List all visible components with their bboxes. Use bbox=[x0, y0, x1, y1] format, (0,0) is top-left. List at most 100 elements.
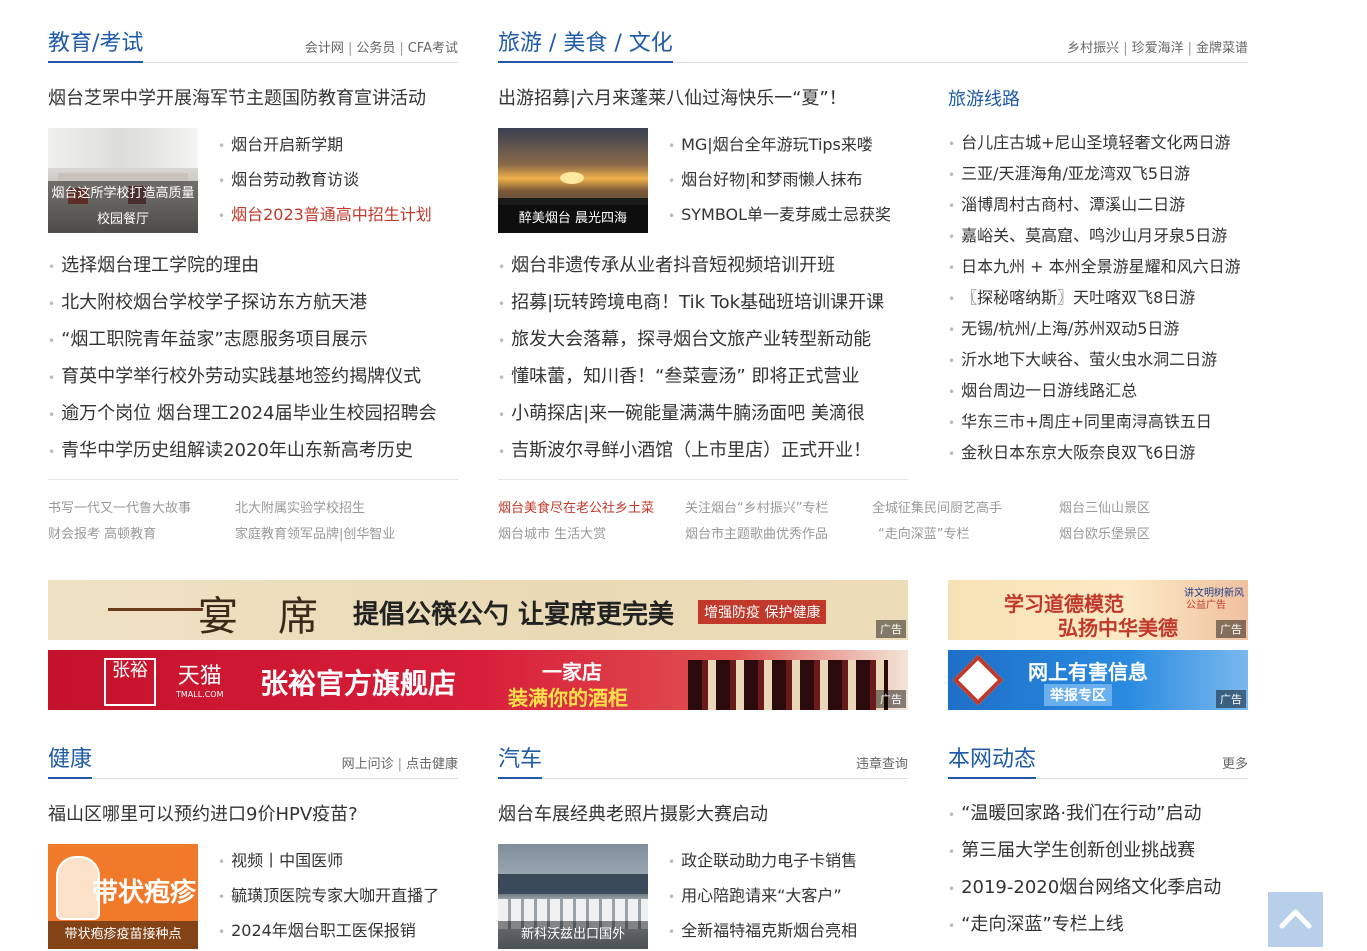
list-item[interactable]: 三亚/天涯海角/亚龙湾双飞5日游 bbox=[948, 159, 1241, 190]
ad-morality[interactable]: 学习道德模范 弘扬中华美德 讲文明树新风 公益广告 广告 bbox=[948, 580, 1248, 640]
tmall-logo: 天猫 TMALL.COM bbox=[176, 664, 224, 699]
health-headline[interactable]: 福山区哪里可以预约进口9价HPV疫苗? bbox=[48, 800, 358, 826]
link-cfa[interactable]: CFA考试 bbox=[408, 41, 458, 56]
education-links: 会计网 | 公务员 | CFA考试 bbox=[304, 41, 458, 56]
ad-morality-line2: 弘扬中华美德 bbox=[1058, 616, 1178, 640]
list-item[interactable]: SYMBOL单一麦芽威士忌获奖 bbox=[668, 198, 891, 233]
link-accounting[interactable]: 会计网 bbox=[305, 41, 344, 56]
list-item[interactable]: 毓璜顶医院专家大咖开直播了 bbox=[218, 879, 439, 914]
list-item[interactable]: 无锡/杭州/上海/苏州双动5日游 bbox=[948, 314, 1241, 345]
small-link[interactable]: 家庭教育领军品牌|创华智业 bbox=[235, 523, 395, 542]
wine-bottles bbox=[688, 660, 888, 710]
list-item[interactable]: 烟台2023普通高中招生计划 bbox=[218, 198, 432, 233]
news-list: “温暖回家路·我们在行动”启动 第三届大学生创新创业挑战赛 2019-2020烟… bbox=[948, 796, 1221, 944]
list-item[interactable]: “烟工职院青年益家”志愿服务项目展示 bbox=[48, 322, 437, 359]
travel-thumbnail[interactable]: 醉美烟台 晨光四海 bbox=[498, 128, 648, 233]
list-item[interactable]: 用心陪跑请来“大客户” bbox=[668, 879, 857, 914]
list-item[interactable]: 小萌探店|来一碗能量满满牛腩汤面吧 美滴很 bbox=[498, 396, 884, 433]
link-health[interactable]: 点击健康 bbox=[406, 757, 458, 772]
ad-report-line1: 网上有害信息 bbox=[1028, 660, 1148, 684]
ad-banner-changyu[interactable]: 张裕 天猫 TMALL.COM 张裕官方旗舰店 一家店 装满你的酒柜 广告 bbox=[48, 650, 908, 710]
travel-side-list: MG|烟台全年游玩Tips来喽 烟台好物|和梦雨懒人抹布 SYMBOL单一麦芽威… bbox=[668, 128, 891, 233]
list-item[interactable]: 懂味蕾，知川香！“叁菜壹汤” 即将正式营业 bbox=[498, 359, 884, 396]
list-item[interactable]: 青华中学历史组解读2020年山东新高考历史 bbox=[48, 433, 437, 470]
small-link[interactable]: “走向深蓝”专栏 bbox=[878, 523, 969, 542]
list-item[interactable]: “走向深蓝”专栏上线 bbox=[948, 907, 1221, 944]
routes-title[interactable]: 旅游线路 bbox=[948, 85, 1020, 111]
health-side-list: 视频丨中国医师 毓璜顶医院专家大咖开直播了 2024年烟台职工医保报销 bbox=[218, 844, 439, 949]
small-link[interactable]: 财会报考 高顿教育 bbox=[48, 523, 156, 542]
education-headline[interactable]: 烟台芝罘中学开展海军节主题国防教育宣讲活动 bbox=[48, 84, 426, 110]
link-civil-servant[interactable]: 公务员 bbox=[356, 41, 395, 56]
auto-title[interactable]: 汽车 bbox=[498, 741, 543, 779]
list-item[interactable]: 旅发大会落幕，探寻烟台文旅产业转型新动能 bbox=[498, 322, 884, 359]
list-item[interactable]: 招募|玩转跨境电商！Tik Tok基础班培训课开课 bbox=[498, 285, 884, 322]
list-item[interactable]: 烟台非遗传承从业者抖音短视频培训开班 bbox=[498, 248, 884, 285]
health-thumbnail[interactable]: 带状疱疹 带状疱疹疫苗接种点 bbox=[48, 844, 198, 949]
news-more-link[interactable]: 更多 bbox=[1222, 753, 1248, 772]
small-link[interactable]: 北大附属实验学校招生 bbox=[235, 497, 365, 516]
list-item[interactable]: 烟台开启新学期 bbox=[218, 128, 432, 163]
small-link[interactable]: 烟台城市 生活大赏 bbox=[498, 523, 606, 542]
auto-headline[interactable]: 烟台车展经典老照片摄影大赛启动 bbox=[498, 800, 768, 826]
list-item[interactable]: 视频丨中国医师 bbox=[218, 844, 439, 879]
banquet-slogan: 提倡公筷公勺 让宴席更完美 bbox=[353, 600, 675, 630]
education-title[interactable]: 教育/考试 bbox=[48, 25, 144, 63]
travel-headline[interactable]: 出游招募|六月来蓬莱八仙过海快乐一“夏”！ bbox=[498, 84, 847, 110]
ad-banner-banquet[interactable]: 宴席 提倡公筷公勺 让宴席更完美 增强防疫 保护健康 广告 bbox=[48, 580, 908, 640]
back-to-top-button[interactable] bbox=[1268, 892, 1323, 947]
list-item[interactable]: 烟台好物|和梦雨懒人抹布 bbox=[668, 163, 891, 198]
link-ocean[interactable]: 珍爱海洋 bbox=[1132, 41, 1184, 56]
education-thumbnail[interactable]: 烟台这所学校打造高质量校园餐厅 bbox=[48, 128, 198, 233]
list-item[interactable]: 日本九州 + 本州全景游星耀和风六日游 bbox=[948, 252, 1241, 283]
link-rural[interactable]: 乡村振兴 bbox=[1067, 41, 1119, 56]
news-title[interactable]: 本网动态 bbox=[948, 741, 1037, 779]
list-item[interactable]: 烟台周边一日游线路汇总 bbox=[948, 376, 1241, 407]
list-item[interactable]: 金秋日本东京大阪奈良双飞6日游 bbox=[948, 438, 1241, 469]
list-item[interactable]: 〖探秘喀纳斯〗天吐喀双飞8日游 bbox=[948, 283, 1241, 314]
list-item[interactable]: 第三届大学生创新创业挑战赛 bbox=[948, 833, 1221, 870]
list-item[interactable]: 全新福特福克斯烟台亮相 bbox=[668, 914, 857, 949]
list-item[interactable]: 育英中学举行校外劳动实践基地签约揭牌仪式 bbox=[48, 359, 437, 396]
list-item[interactable]: MG|烟台全年游玩Tips来喽 bbox=[668, 128, 891, 163]
list-item[interactable]: “温暖回家路·我们在行动”启动 bbox=[948, 796, 1221, 833]
list-item[interactable]: 选择烟台理工学院的理由 bbox=[48, 248, 437, 285]
travel-title[interactable]: 旅游 / 美食 / 文化 bbox=[498, 25, 673, 63]
link-recipes[interactable]: 金牌菜谱 bbox=[1196, 41, 1248, 56]
small-link[interactable]: 烟台市主题歌曲优秀作品 bbox=[685, 523, 828, 542]
chopstick-icon bbox=[108, 608, 203, 611]
list-item[interactable]: 2019-2020烟台网络文化季启动 bbox=[948, 870, 1221, 907]
list-item[interactable]: 沂水地下大峡谷、萤火虫水洞二日游 bbox=[948, 345, 1241, 376]
small-link[interactable]: 书写一代又一代鲁大故事 bbox=[48, 497, 191, 516]
auto-thumbnail[interactable]: 新科沃兹出口国外 bbox=[498, 844, 648, 949]
list-item[interactable]: 北大附校烟台学校学子探访东方航天港 bbox=[48, 285, 437, 322]
list-item[interactable]: 烟台劳动教育访谈 bbox=[218, 163, 432, 198]
small-link[interactable]: 烟台美食尽在老公社乡土菜 bbox=[498, 497, 654, 516]
list-item[interactable]: 华东三市+周庄+同里南浔高铁五日 bbox=[948, 407, 1241, 438]
small-link[interactable]: 烟台欧乐堡景区 bbox=[1059, 523, 1150, 542]
small-link[interactable]: 烟台三仙山景区 bbox=[1059, 497, 1150, 516]
list-item[interactable]: 2024年烟台职工医保报销 bbox=[218, 914, 439, 949]
changyu-slogan: 张裕官方旗舰店 bbox=[260, 667, 457, 700]
ad-report[interactable]: 网上有害信息 举报专区 广告 bbox=[948, 650, 1248, 710]
health-links: 网上问诊 | 点击健康 bbox=[341, 757, 458, 772]
link-violation[interactable]: 违章查询 bbox=[856, 757, 908, 772]
small-link[interactable]: 关注烟台“乡村振兴”专栏 bbox=[685, 497, 828, 516]
list-item[interactable]: 嘉峪关、莫高窟、鸣沙山月牙泉5日游 bbox=[948, 221, 1241, 252]
health-title[interactable]: 健康 bbox=[48, 741, 93, 779]
changyu-sub1: 一家店 bbox=[542, 660, 602, 684]
travel-news-list: 烟台非遗传承从业者抖音短视频培训开班 招募|玩转跨境电商！Tik Tok基础班培… bbox=[498, 248, 884, 470]
ad-tag: 广告 bbox=[876, 620, 906, 638]
ad-morality-corner2: 公益广告 bbox=[1186, 600, 1226, 611]
changyu-sub2: 装满你的酒柜 bbox=[508, 686, 628, 710]
small-link[interactable]: 全城征集民间厨艺高手 bbox=[872, 497, 1002, 516]
ad-tag: 广告 bbox=[1216, 620, 1246, 638]
list-item[interactable]: 逾万个岗位 烟台理工2024届毕业生校园招聘会 bbox=[48, 396, 437, 433]
health-header: 健康 网上问诊 | 点击健康 bbox=[48, 742, 458, 779]
link-consult[interactable]: 网上问诊 bbox=[342, 757, 394, 772]
list-item[interactable]: 政企联动助力电子卡销售 bbox=[668, 844, 857, 879]
list-item[interactable]: 台儿庄古城+尼山圣境轻奢文化两日游 bbox=[948, 128, 1241, 159]
list-item[interactable]: 淄博周村古商村、潭溪山二日游 bbox=[948, 190, 1241, 221]
news-header: 本网动态 更多 bbox=[948, 742, 1248, 779]
list-item[interactable]: 吉斯波尔寻鲜小酒馆（上市里店）正式开业！ bbox=[498, 433, 884, 470]
